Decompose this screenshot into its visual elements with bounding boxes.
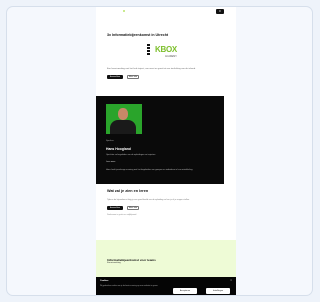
speaker-head — [118, 108, 128, 120]
learn-section: Wat zal je zien en leren Tijdens de bije… — [96, 189, 236, 217]
brand-name: KBOX — [155, 45, 177, 55]
speaker-link[interactable]: Lees meer — [106, 161, 115, 163]
cookie-title: Cookies — [100, 280, 109, 282]
teams-subtitle: Kennismaking — [107, 262, 121, 264]
section-description: Tijdens de bijeenkomst krijg je een goed… — [107, 199, 190, 201]
cookie-text: Wij gebruiken cookies om je de beste erv… — [100, 285, 159, 287]
hero-section: 3x Informatiebijeenkomst in Utrecht KBOX… — [96, 21, 236, 80]
page-title: 3x Informatiebijeenkomst in Utrecht — [107, 33, 169, 37]
cookie-banner: Cookies × Wij gebruiken cookies om je de… — [96, 277, 236, 295]
brand-tag: ACADEMY — [165, 55, 177, 59]
hero-buttons: Aanmelden Meer info — [107, 75, 225, 80]
speaker-name: Hans Hoogland — [106, 147, 131, 151]
speaker-text: Hans heeft jarenlange ervaring met het b… — [106, 169, 193, 171]
section-primary-button[interactable]: Aanmelden — [107, 205, 123, 210]
speaker-bio: Oprichter en begeleider van de opleiding… — [106, 154, 156, 156]
section-fine-print: Deelname is gratis en vrijblijvend. — [107, 213, 137, 216]
logo-bars-icon — [147, 44, 150, 56]
brand-logo: KBOX ACADEMY — [147, 44, 191, 61]
web-page: ≡ 3x Informatiebijeenkomst in Utrecht KB… — [96, 7, 236, 295]
section-title: Wat zal je zien en leren — [107, 189, 149, 193]
browser-frame: ≡ 3x Informatiebijeenkomst in Utrecht KB… — [6, 6, 313, 296]
speaker-body — [110, 120, 136, 134]
speaker-photo — [106, 104, 142, 134]
cookie-settings-button[interactable]: Instellingen — [206, 288, 230, 294]
section-secondary-button[interactable]: Meer info — [127, 205, 139, 210]
logo-icon[interactable] — [123, 10, 125, 12]
speaker-section: Spreker Hans Hoogland Oprichter en begel… — [96, 96, 224, 184]
hero-primary-button[interactable]: Aanmelden — [107, 75, 123, 80]
cookie-accept-button[interactable]: Accepteren — [173, 288, 197, 294]
close-icon[interactable]: × — [230, 279, 232, 282]
speaker-label: Spreker — [106, 140, 114, 142]
hero-secondary-button[interactable]: Meer info — [127, 75, 139, 80]
section-buttons: Aanmelden Meer info — [107, 205, 225, 210]
menu-button[interactable]: ≡ — [216, 9, 224, 14]
hero-description: Een kennismaking met het hele traject, v… — [107, 68, 196, 71]
top-nav: ≡ — [96, 7, 236, 21]
